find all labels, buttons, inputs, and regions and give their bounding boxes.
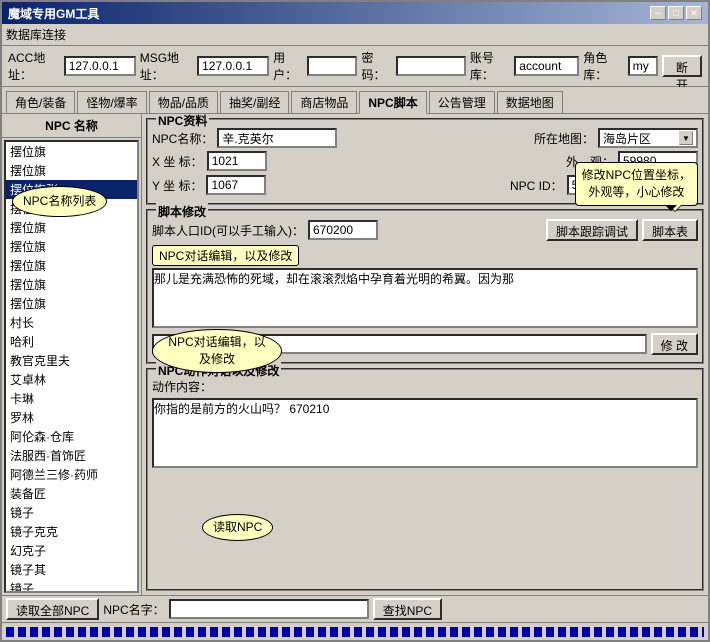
npc-name-field[interactable] (169, 599, 369, 619)
main-window: 魔域专用GM工具 ─ □ ✕ 数据库连接 ACC地址： MSG地址： 用户： 密… (0, 0, 710, 642)
tab-shop[interactable]: 商店物品 (291, 91, 357, 114)
tab-role-equip[interactable]: 角色/装备 (6, 91, 75, 114)
npc-item[interactable]: 教官克里夫 (6, 351, 137, 370)
dialog-edit-label: NPC对话编辑，以及修改 (159, 249, 292, 263)
npc-item[interactable]: 罗林 (6, 408, 137, 427)
npc-item[interactable]: 艾卓林 (6, 370, 137, 389)
dropdown-arrow-icon[interactable]: ▼ (679, 131, 693, 145)
tab-announcement[interactable]: 公告管理 (429, 91, 495, 114)
npcid-label: NPC ID： (510, 177, 563, 194)
callout-read-npc: 读取NPC (202, 514, 273, 541)
pwd-input[interactable] (396, 56, 466, 76)
script-title: 脚本修改 (156, 203, 208, 220)
title-bar: 魔域专用GM工具 ─ □ ✕ (2, 2, 708, 24)
user-label: 用户： (273, 49, 303, 83)
x-input[interactable] (207, 151, 267, 171)
npc-item[interactable]: 村长 (6, 313, 137, 332)
action-content-label: 动作内容： (152, 378, 212, 395)
callout-modify: 修改NPC位置坐标，外观等，小心修改 (575, 162, 698, 206)
status-bar (2, 622, 708, 640)
minimize-button[interactable]: ─ (650, 6, 666, 20)
menubar-item-db[interactable]: 数据库连接 (6, 28, 66, 42)
y-input[interactable] (206, 175, 266, 195)
maximize-button[interactable]: □ (668, 6, 684, 20)
menubar[interactable]: 数据库连接 (2, 24, 708, 46)
npc-item[interactable]: 摆位旗 (6, 294, 137, 313)
npc-item[interactable]: 摆位旗 (6, 256, 137, 275)
role-input[interactable] (628, 56, 658, 76)
read-all-npc-button[interactable]: 读取全部NPC (6, 598, 99, 620)
find-npc-button[interactable]: 查找NPC (373, 598, 442, 620)
npc-item[interactable]: 摆位旗 (6, 275, 137, 294)
script-debug-button[interactable]: 脚本跟踪调试 (546, 219, 638, 241)
x-label: X 坐 标： (152, 153, 203, 170)
npc-item[interactable]: 镜子 (6, 579, 137, 593)
user-input[interactable] (307, 56, 357, 76)
npc-name-input[interactable] (217, 128, 337, 148)
callout-dialog-edit: NPC对话编辑，以及修改 (152, 329, 282, 373)
npc-name-label: NPC名称： (152, 130, 213, 147)
acc-label: ACC地址： (8, 49, 60, 83)
msg-input[interactable] (197, 56, 269, 76)
npc-item[interactable]: 摆位旗 (6, 142, 137, 161)
tab-bar: 角色/装备 怪物/爆率 物品/品质 抽奖/副经 商店物品 NPC脚本 公告管理 … (2, 87, 708, 113)
script-id-label: 脚本人口ID(可以手工输入)： (152, 222, 304, 239)
npc-item[interactable]: 卡琳 (6, 389, 137, 408)
callout-npc-list: NPC名称列表 (12, 186, 107, 217)
npc-item[interactable]: 镜子 (6, 503, 137, 522)
db-label: 账号库： (470, 49, 510, 83)
bottom-bar: 读取全部NPC NPC名字： 查找NPC (2, 595, 708, 622)
map-dropdown[interactable]: 海岛片区 ▼ (598, 128, 698, 148)
map-label: 所在地图： (534, 130, 594, 147)
npc-item[interactable]: 装备匠 (6, 484, 137, 503)
npc-item[interactable]: 摆位旗 (6, 218, 137, 237)
tab-npc-script[interactable]: NPC脚本 (359, 91, 426, 114)
npc-item[interactable]: 阿伦森·仓库 (6, 427, 137, 446)
npc-info-title: NPC资料 (156, 114, 209, 129)
connect-button[interactable]: 断开 (662, 55, 702, 77)
progress-bar (6, 627, 704, 637)
pwd-label: 密码： (361, 49, 391, 83)
y-label: Y 坐 标： (152, 177, 202, 194)
close-button[interactable]: ✕ (686, 6, 702, 20)
tab-item-quality[interactable]: 物品/品质 (149, 91, 218, 114)
msg-label: MSG地址： (140, 49, 193, 83)
content-modify-button[interactable]: 修 改 (651, 333, 698, 355)
action-textarea[interactable]: 你指的是前方的火山吗？ 670210 (152, 398, 698, 468)
npc-item[interactable]: 阿德兰三修·药师 (6, 465, 137, 484)
script-table-button[interactable]: 脚本表 (642, 219, 698, 241)
npc-item[interactable]: 镜子克克 (6, 522, 137, 541)
npc-list-header: NPC 名称 (2, 114, 141, 138)
npc-item[interactable]: 法服西·首饰匠 (6, 446, 137, 465)
dialog-textarea[interactable]: 那儿是充满恐怖的死域，却在滚滚烈焰中孕育着光明的希翼。因为那 (152, 268, 698, 328)
npc-item[interactable]: 幻克子 (6, 541, 137, 560)
toolbar: ACC地址： MSG地址： 用户： 密码： 账号库： 角色库： 断开 (2, 46, 708, 87)
title-bar-buttons: ─ □ ✕ (650, 6, 702, 20)
db-input[interactable] (514, 56, 579, 76)
tab-monster-rate[interactable]: 怪物/爆率 (77, 91, 146, 114)
main-area: NPC 名称 摆位旗 摆位旗 摆位旗张 摆位旗 摆位旗 摆位旗 摆位旗 摆位旗 … (2, 113, 708, 595)
role-label: 角色库： (583, 49, 623, 83)
script-id-input[interactable] (308, 220, 378, 240)
acc-input[interactable] (64, 56, 136, 76)
map-dropdown-value: 海岛片区 (603, 130, 651, 147)
npc-item[interactable]: 摆位旗 (6, 237, 137, 256)
npc-name-field-label: NPC名字： (103, 601, 164, 618)
npc-item[interactable]: 哈利 (6, 332, 137, 351)
npc-item[interactable]: 摆位旗 (6, 161, 137, 180)
action-section: NPC动作对话以及修改 动作内容： 你指的是前方的火山吗？ 670210 (146, 368, 704, 591)
tab-data-map[interactable]: 数据地图 (497, 91, 563, 114)
window-title: 魔域专用GM工具 (8, 5, 99, 22)
npc-item[interactable]: 镜子其 (6, 560, 137, 579)
tab-lottery[interactable]: 抽奖/副经 (220, 91, 289, 114)
